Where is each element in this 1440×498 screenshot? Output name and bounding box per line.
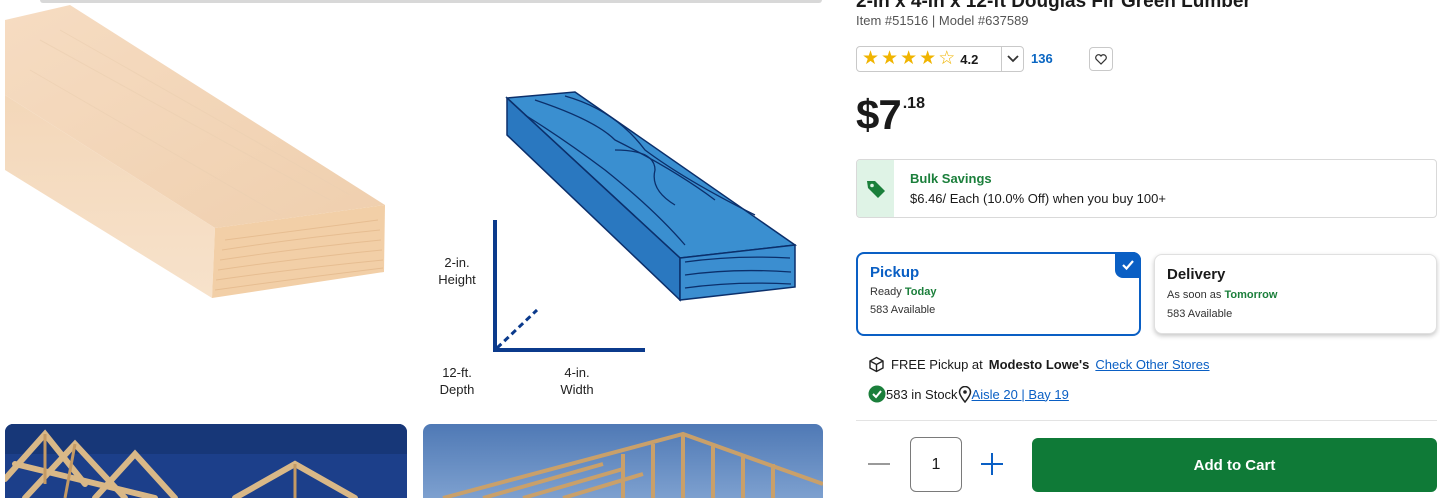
product-title: 2-in x 4-in x 12-ft Douglas Fir Green Lu… bbox=[856, 0, 1251, 12]
price: $7 .18 bbox=[856, 92, 925, 138]
star-full-icon: ★ bbox=[881, 48, 899, 69]
delivery-eta-day: Tomorrow bbox=[1224, 289, 1278, 301]
star-full-icon: ★ bbox=[862, 48, 880, 69]
lumber-photo[interactable] bbox=[0, 0, 410, 340]
bulk-savings-title: Bulk Savings bbox=[910, 171, 992, 186]
review-count-link[interactable]: 136 bbox=[1031, 51, 1053, 66]
height-caption: Height bbox=[438, 272, 476, 287]
star-full-icon: ★ bbox=[919, 48, 937, 69]
plus-icon bbox=[981, 453, 1003, 475]
pickup-availability: 583 Available bbox=[870, 304, 936, 316]
width-label: 4-in. bbox=[564, 365, 590, 380]
quantity-decrease-button[interactable] bbox=[868, 452, 890, 476]
heart-icon bbox=[1095, 53, 1107, 65]
store-name: Modesto Lowe's bbox=[988, 357, 1090, 372]
rating-dropdown[interactable]: ★ ★ ★ ★ ☆ 4.2 bbox=[856, 46, 1024, 72]
star-full-icon: ★ bbox=[900, 48, 918, 69]
pickup-ready-day: Today bbox=[904, 286, 937, 298]
height-label: 2-in. bbox=[444, 255, 470, 270]
check-other-stores-link[interactable]: Check Other Stores bbox=[1095, 357, 1209, 372]
width-caption: Width bbox=[560, 382, 594, 397]
image-gallery: 2-in. Height 12-ft. Depth 4-in. Width bbox=[0, 0, 830, 498]
price-cents: .18 bbox=[902, 95, 925, 112]
add-to-cart-button[interactable]: Add to Cart bbox=[1032, 438, 1437, 492]
tag-icon bbox=[857, 160, 894, 217]
meta-separator: | bbox=[931, 13, 939, 28]
divider bbox=[856, 420, 1437, 421]
minus-icon bbox=[868, 463, 890, 465]
pickup-option[interactable]: Pickup Ready Today 583 Available bbox=[856, 252, 1141, 336]
star-empty-icon: ☆ bbox=[938, 48, 956, 69]
free-pickup-text: FREE Pickup at bbox=[891, 357, 983, 372]
quantity-increase-button[interactable] bbox=[980, 452, 1004, 476]
pickup-title: Pickup bbox=[870, 264, 920, 281]
delivery-option[interactable]: Delivery As soon as Tomorrow 583 Availab… bbox=[1154, 254, 1437, 334]
delivery-availability: 583 Available bbox=[1167, 308, 1233, 320]
item-number: Item #51516 bbox=[856, 13, 929, 28]
favorite-button[interactable] bbox=[1089, 47, 1113, 71]
quantity-input[interactable]: 1 bbox=[910, 437, 962, 492]
truss-photo-thumbnail[interactable] bbox=[5, 424, 407, 498]
aisle-location-link[interactable]: Aisle 20 | Bay 19 bbox=[972, 387, 1069, 402]
box-icon bbox=[869, 356, 884, 373]
stock-count: 583 in Stock bbox=[886, 386, 958, 402]
model-number: Model #637589 bbox=[938, 13, 1029, 28]
depth-label: 12-ft. bbox=[442, 365, 472, 380]
bulk-savings-card: Bulk Savings $6.46/ Each (10.0% Off) whe… bbox=[856, 159, 1437, 218]
truss-sky-thumbnail[interactable] bbox=[423, 424, 823, 498]
product-details-panel: 2-in x 4-in x 12-ft Douglas Fir Green Lu… bbox=[856, 0, 1438, 498]
delivery-eta: As soon as Tomorrow bbox=[1167, 289, 1278, 301]
checkmark-icon bbox=[1115, 252, 1141, 278]
location-pin-icon bbox=[958, 385, 971, 403]
bulk-savings-description: $6.46/ Each (10.0% Off) when you buy 100… bbox=[910, 191, 1166, 206]
rating-value: 4.2 bbox=[960, 51, 979, 67]
depth-caption: Depth bbox=[439, 382, 475, 397]
check-circle-icon bbox=[868, 385, 886, 403]
delivery-title: Delivery bbox=[1167, 266, 1226, 283]
chevron-down-icon[interactable] bbox=[1001, 47, 1023, 71]
product-identifiers: Item #51516 | Model #637589 bbox=[856, 13, 1029, 28]
pickup-store-row: FREE Pickup at Modesto Lowe's Check Othe… bbox=[868, 356, 1210, 373]
pickup-ready: Ready Today bbox=[870, 286, 937, 298]
stock-row: 583 in Stock Aisle 20 | Bay 19 bbox=[868, 385, 1069, 403]
dimension-diagram[interactable]: 2-in. Height 12-ft. Depth 4-in. Width bbox=[415, 0, 825, 410]
price-dollars: $7 bbox=[856, 91, 902, 138]
